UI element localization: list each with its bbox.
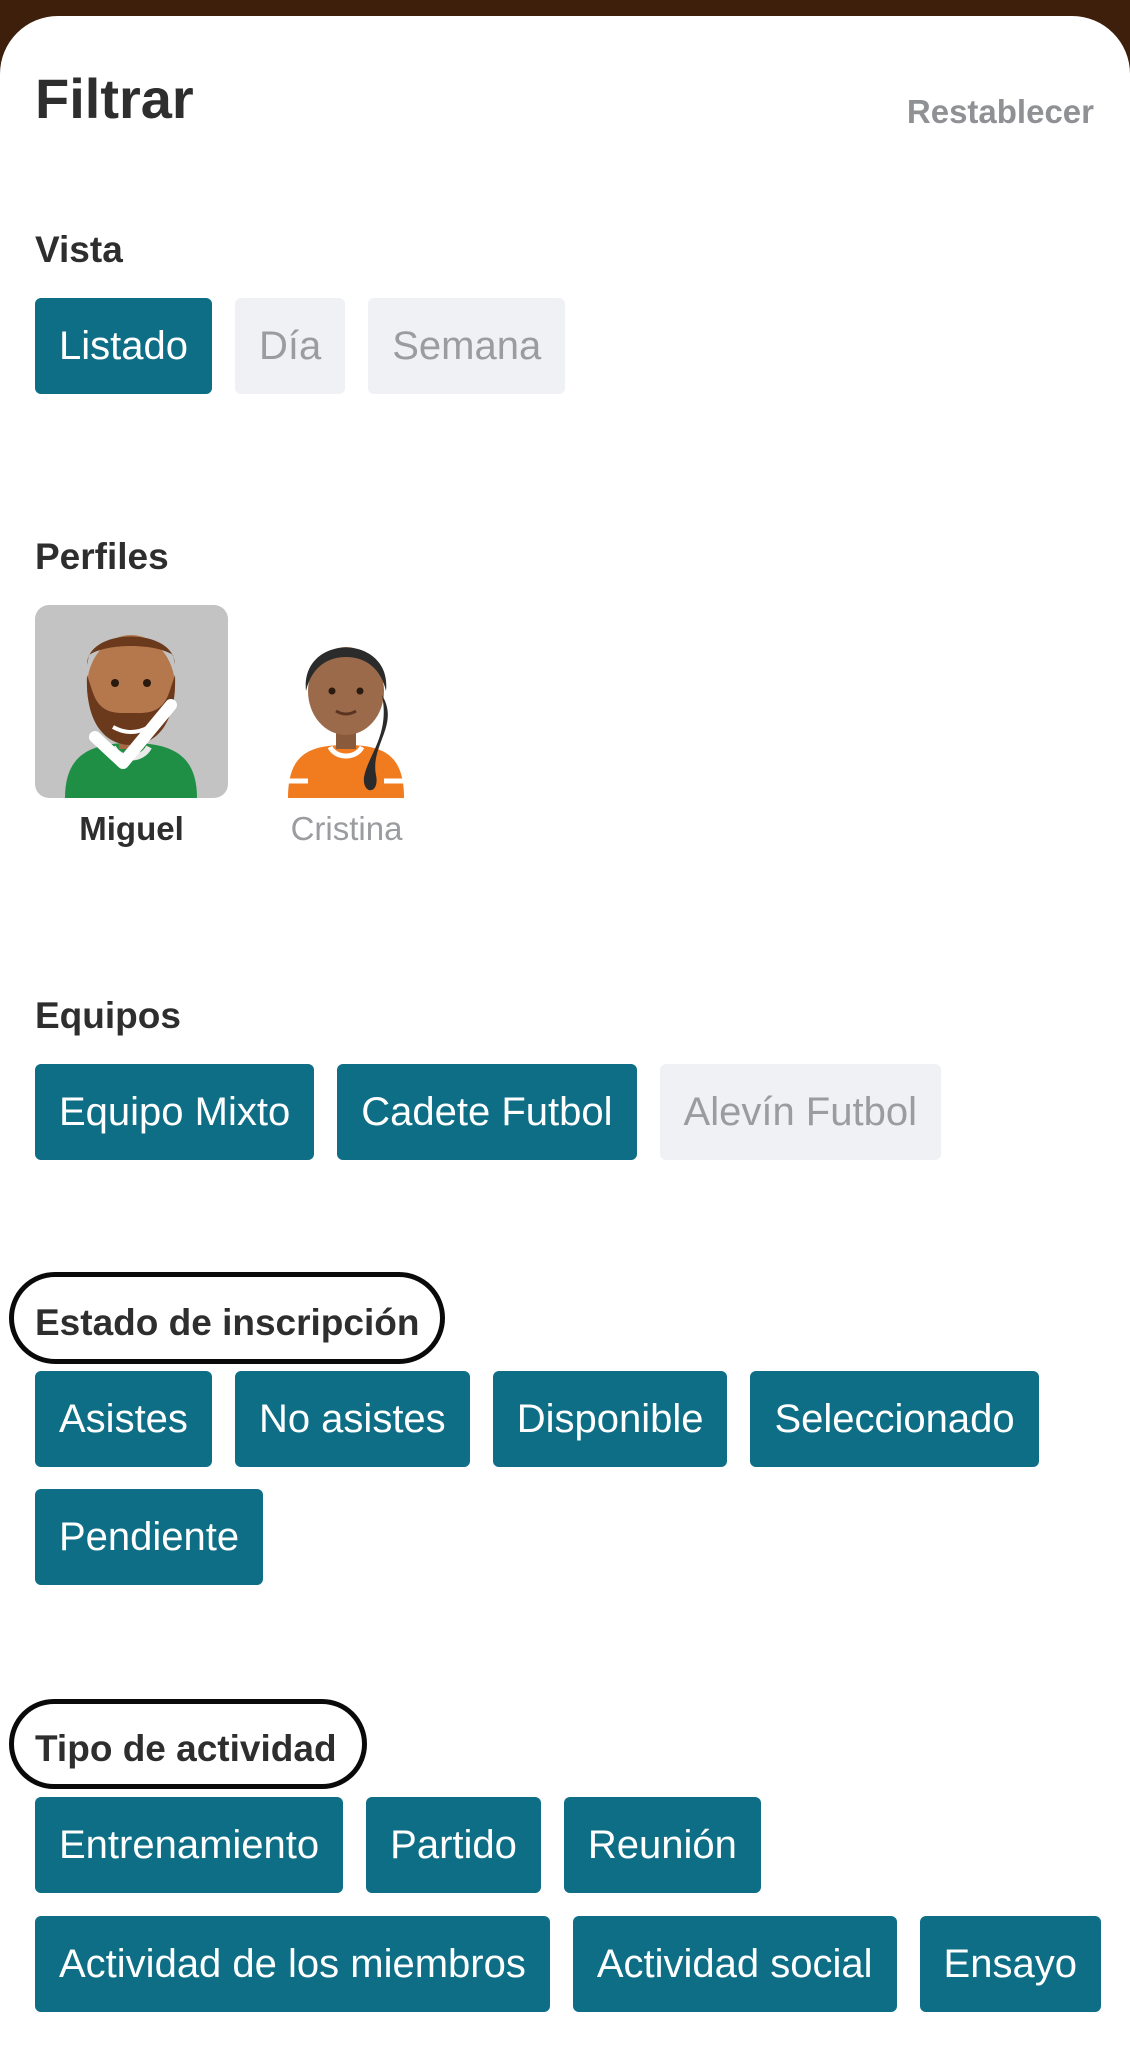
equipos-options: Equipo Mixto Cadete Futbol Alevín Futbol (35, 1064, 941, 1160)
chip-partido[interactable]: Partido (366, 1797, 541, 1893)
chip-semana[interactable]: Semana (368, 298, 566, 394)
chip-actividad-social[interactable]: Actividad social (572, 1916, 897, 2012)
vista-options: Listado Día Semana (35, 298, 566, 394)
reset-button[interactable]: Restablecer (907, 93, 1094, 131)
chip-entrenamiento[interactable]: Entrenamiento (35, 1797, 344, 1893)
section-label-tipo: Tipo de actividad (35, 1728, 337, 1769)
chip-dia[interactable]: Día (234, 298, 346, 394)
estado-options-row2: Pendiente (35, 1489, 264, 1585)
chip-pendiente[interactable]: Pendiente (35, 1489, 264, 1585)
section-label-estado: Estado de inscripción (35, 1302, 420, 1343)
section-label-equipos: Equipos (35, 995, 181, 1036)
estado-options: Asistes No asistes Disponible Selecciona… (35, 1371, 1039, 1467)
profile-miguel[interactable]: Miguel (35, 605, 228, 848)
section-label-vista: Vista (35, 229, 123, 270)
tipo-options: Entrenamiento Partido Reunión (35, 1797, 761, 1893)
profile-cristina[interactable]: Cristina (250, 605, 443, 848)
tipo-options-row2: Actividad de los miembros Actividad soci… (35, 1916, 1101, 2012)
profile-name-miguel: Miguel (79, 810, 184, 847)
chip-cadete-futbol[interactable]: Cadete Futbol (337, 1064, 637, 1160)
chip-seleccionado[interactable]: Seleccionado (750, 1371, 1039, 1467)
chip-disponible[interactable]: Disponible (492, 1371, 728, 1467)
section-label-perfiles: Perfiles (35, 536, 169, 577)
profile-name-cristina: Cristina (290, 810, 403, 847)
chip-reunion[interactable]: Reunión (563, 1797, 761, 1893)
chip-ensayo[interactable]: Ensayo (919, 1916, 1101, 2012)
chip-listado[interactable]: Listado (35, 298, 212, 394)
chip-no-asistes[interactable]: No asistes (234, 1371, 470, 1467)
chip-actividad-miembros[interactable]: Actividad de los miembros (35, 1916, 550, 2012)
chip-equipo-mixto[interactable]: Equipo Mixto (35, 1064, 315, 1160)
chip-asistes[interactable]: Asistes (35, 1371, 212, 1467)
page-title: Filtrar (35, 67, 194, 130)
filter-sheet: Filtrar Restablecer Vista Listado Día Se… (0, 16, 1130, 2048)
chip-alevin-futbol[interactable]: Alevín Futbol (659, 1064, 941, 1160)
avatar-woman-orange-shirt-icon (250, 605, 443, 798)
avatar-bearded-man-green-shirt-icon (35, 605, 228, 798)
